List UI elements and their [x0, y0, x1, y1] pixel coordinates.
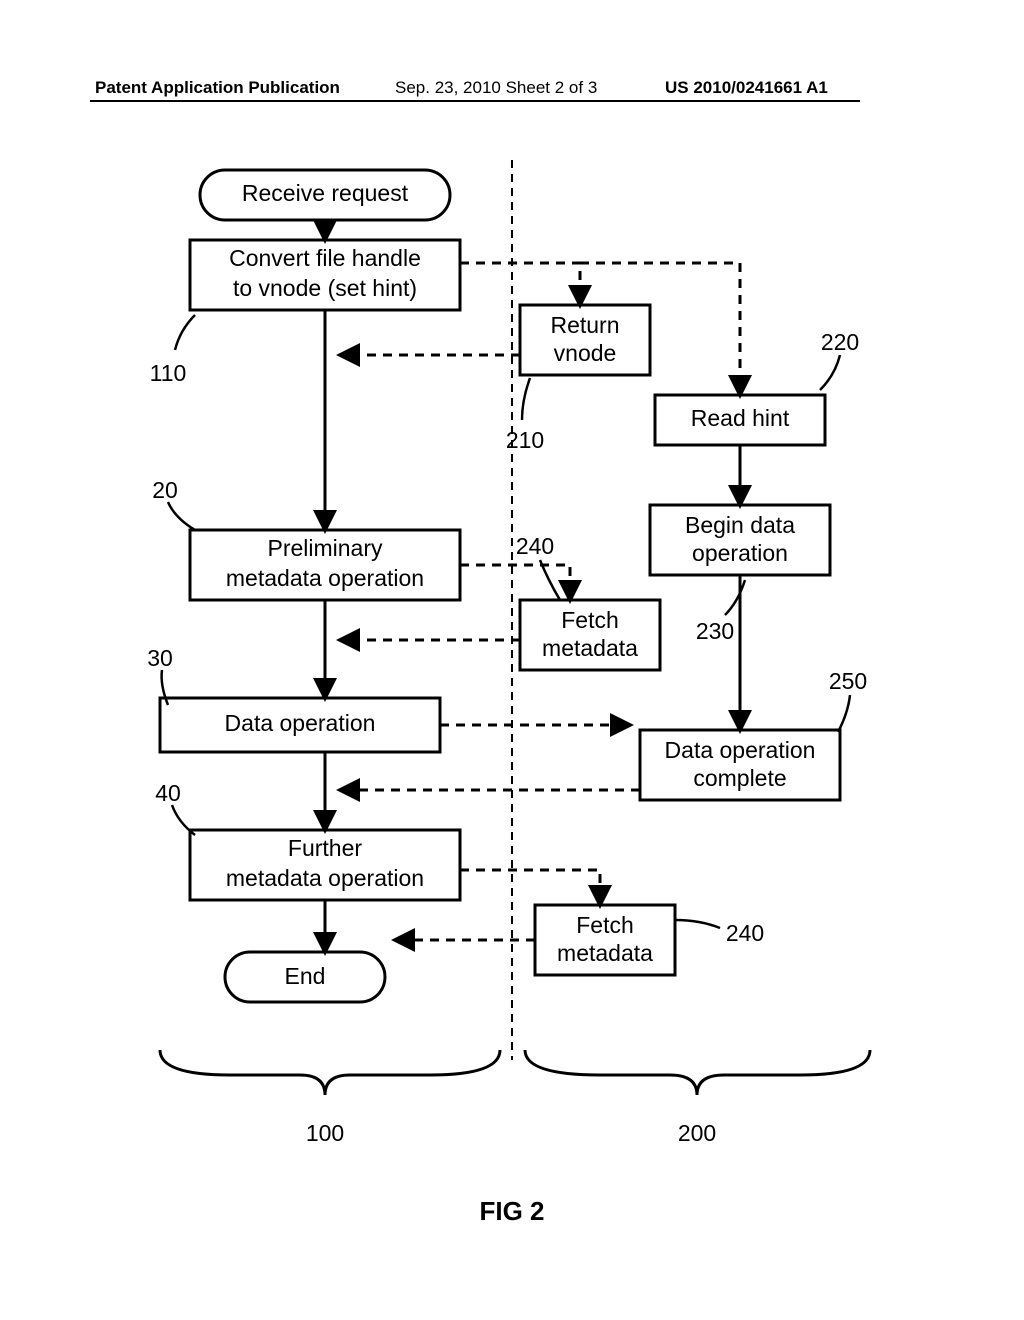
header-rule: [90, 100, 860, 102]
node-prelim-l1: Preliminary: [267, 535, 383, 561]
header-center: Sep. 23, 2010 Sheet 2 of 3: [395, 78, 597, 98]
node-convert-l1: Convert file handle: [229, 245, 421, 271]
header-right: US 2010/0241661 A1: [665, 78, 828, 98]
bracket-right-label: 200: [678, 1120, 716, 1146]
node-fetch2-l2: metadata: [557, 940, 653, 966]
node-complete-l2: complete: [693, 765, 786, 791]
node-receive-text: Receive request: [242, 180, 409, 206]
node-prelim-l2: metadata operation: [226, 565, 424, 591]
ref-250: 250: [829, 668, 867, 694]
node-returnv-l1: Return: [550, 312, 619, 338]
ref-30: 30: [147, 645, 173, 671]
node-convert-l2: to vnode (set hint): [233, 275, 417, 301]
ref-240b: 240: [726, 920, 764, 946]
figure-canvas: Receive request Convert file handle to v…: [0, 130, 1024, 1320]
node-begindata-l2: operation: [692, 540, 788, 566]
ref-240a: 240: [516, 533, 554, 559]
ref-210: 210: [506, 427, 544, 453]
node-returnv-l2: vnode: [554, 340, 617, 366]
ref-110: 110: [150, 360, 187, 386]
figure-label: FIG 2: [479, 1196, 544, 1226]
node-end-text: End: [285, 963, 326, 989]
ref-220: 220: [821, 329, 859, 355]
ref-20: 20: [152, 477, 178, 503]
node-further-l2: metadata operation: [226, 865, 424, 891]
node-complete-l1: Data operation: [665, 737, 816, 763]
bracket-left-label: 100: [306, 1120, 344, 1146]
header-left: Patent Application Publication: [95, 78, 340, 98]
node-dataop-text: Data operation: [225, 710, 376, 736]
node-begindata-l1: Begin data: [685, 512, 795, 538]
node-fetch2-l1: Fetch: [576, 912, 634, 938]
page-header: Patent Application Publication Sep. 23, …: [0, 78, 1024, 108]
node-fetch1-l1: Fetch: [561, 607, 619, 633]
node-further-l1: Further: [288, 835, 362, 861]
ref-40: 40: [155, 780, 181, 806]
node-fetch1-l2: metadata: [542, 635, 638, 661]
node-readhint-text: Read hint: [691, 405, 790, 431]
ref-230: 230: [696, 618, 734, 644]
